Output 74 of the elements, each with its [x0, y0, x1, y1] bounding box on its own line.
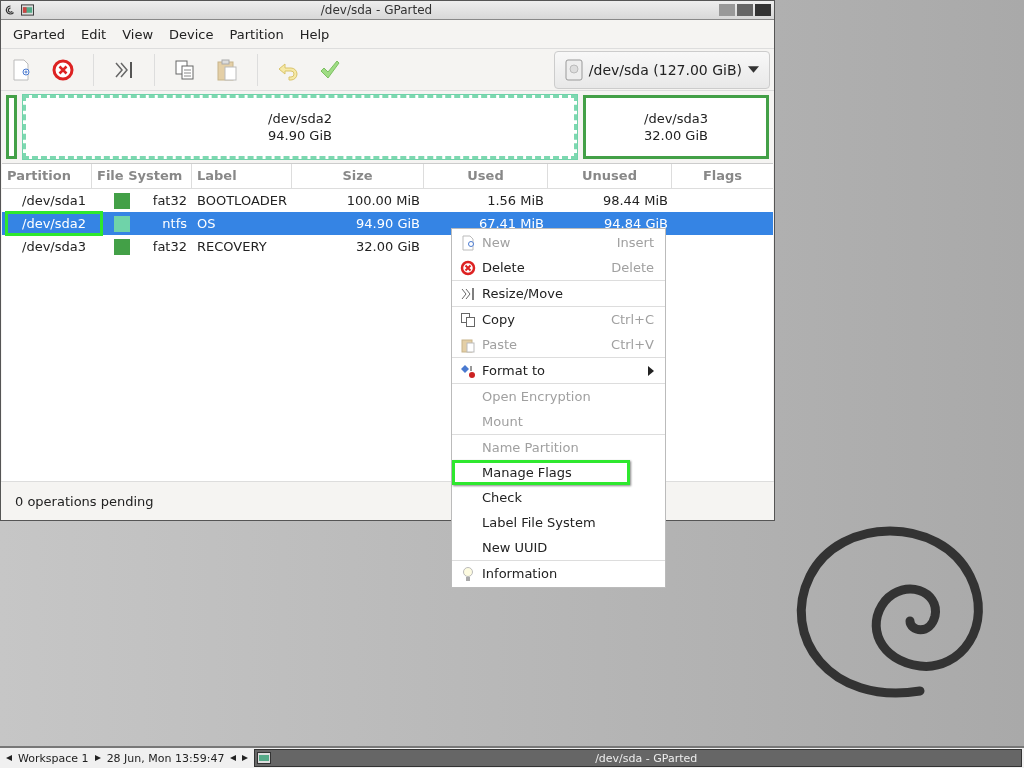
table-cell: 67.41 MiB — [478, 216, 544, 231]
menu-item[interactable]: Device — [161, 26, 222, 42]
right-arrow-icon[interactable] — [94, 755, 101, 761]
table-cell: OS — [197, 216, 216, 231]
table-cell: RECOVERY — [197, 239, 267, 254]
context-menu-item[interactable]: Information — [452, 561, 665, 586]
column-header[interactable]: Flags — [672, 164, 773, 188]
shortcut-text: Delete — [611, 260, 654, 275]
partition-block[interactable] — [6, 95, 17, 159]
window-title: /dev/sda - GParted — [319, 3, 434, 17]
resize-move-icon — [460, 285, 476, 302]
shortcut-text: Ctrl+C — [610, 312, 654, 327]
table-cell: 98.44 MiB — [602, 193, 668, 208]
column-header[interactable]: Label — [192, 164, 292, 188]
workspace-label[interactable]: Workspace 1 — [18, 751, 89, 765]
left-arrow-icon[interactable] — [6, 755, 12, 761]
table-cell: /dev/sda2 — [5, 211, 103, 236]
menu-item[interactable]: Edit — [73, 26, 115, 42]
context-menu-item[interactable]: Label File System — [452, 510, 665, 535]
app-icon — [257, 752, 272, 764]
menu-item[interactable]: GParted — [5, 26, 73, 42]
shortcut-text: Insert — [616, 235, 654, 250]
app-icon[interactable] — [21, 4, 34, 16]
table-cell-text: ntfs — [161, 216, 187, 231]
table-cell: 32.00 GiB — [356, 239, 420, 254]
context-menu-item[interactable]: Manage Flags — [452, 460, 630, 485]
left-arrow-icon[interactable] — [230, 755, 237, 761]
context-menu-item[interactable]: Delete Delete — [452, 255, 665, 280]
partition-block[interactable]: /dev/sda2 94.90 GiB — [23, 95, 577, 159]
shortcut-text: Ctrl+V — [611, 337, 654, 352]
menu-item[interactable]: Partition — [221, 26, 292, 42]
partition-size: 32.00 GiB — [644, 127, 708, 144]
delete-icon[interactable] — [51, 57, 75, 82]
table-cell-text: fat32 — [151, 239, 187, 254]
partition-name: /dev/sda3 — [644, 110, 708, 127]
menu-item[interactable]: View — [114, 26, 162, 42]
context-menu-item[interactable]: New UUID — [452, 535, 665, 560]
partition-name: /dev/sda2 — [268, 110, 332, 127]
caret-icon — [748, 66, 759, 73]
delete-icon — [460, 259, 476, 276]
partition-size: 94.90 GiB — [268, 127, 332, 144]
context-menu-item[interactable]: Copy Ctrl+C — [452, 307, 665, 332]
table-cell-text: /dev/sda3 — [21, 238, 87, 256]
debian-swirl-icon[interactable] — [4, 4, 17, 16]
selected-row[interactable]: /dev/sda2 ntfs OS 94.90 GiB 67.41 MiB 94.84 GiB — [2, 212, 773, 235]
context-menu-item[interactable]: Check — [452, 485, 665, 510]
status-text: 0 operations pending — [15, 493, 154, 509]
column-header[interactable]: Unused — [548, 164, 672, 188]
paste-icon[interactable] — [215, 57, 239, 82]
clock: 28 Jun, Mon 13:59:47 — [106, 751, 225, 765]
taskbar-task[interactable]: /dev/sda - GParted — [254, 749, 1022, 767]
device-dropdown[interactable]: /dev/sda (127.00 GiB) — [553, 50, 770, 89]
table-cell: 94.90 GiB — [356, 216, 420, 231]
table-cell: BOOTLOADER — [197, 193, 288, 208]
table-cell-text: fat32 — [151, 193, 187, 208]
table-cell-text: /dev/sda1 — [21, 192, 87, 210]
new-document-icon — [460, 234, 476, 251]
column-header[interactable]: Partition — [2, 164, 92, 188]
right-arrow-icon[interactable] — [242, 755, 249, 761]
copy-icon[interactable] — [173, 57, 197, 82]
column-header[interactable]: Used — [424, 164, 548, 188]
context-menu-item[interactable]: Resize/Move — [452, 281, 665, 306]
column-header[interactable]: Size — [292, 164, 424, 188]
partition-block[interactable]: /dev/sda3 32.00 GiB — [583, 95, 769, 159]
format-icon — [460, 362, 476, 379]
menu-item[interactable]: Help — [291, 26, 338, 42]
table-cell: 1.56 MiB — [487, 193, 544, 208]
context-menu-item[interactable]: Format to — [452, 358, 665, 383]
copy-icon — [460, 311, 476, 328]
column-header[interactable]: File System — [92, 164, 192, 188]
paste-icon — [460, 336, 476, 353]
lightbulb-icon — [460, 565, 476, 582]
table-cell: 94.84 GiB — [604, 216, 668, 231]
table-cell: 100.00 MiB — [346, 193, 420, 208]
